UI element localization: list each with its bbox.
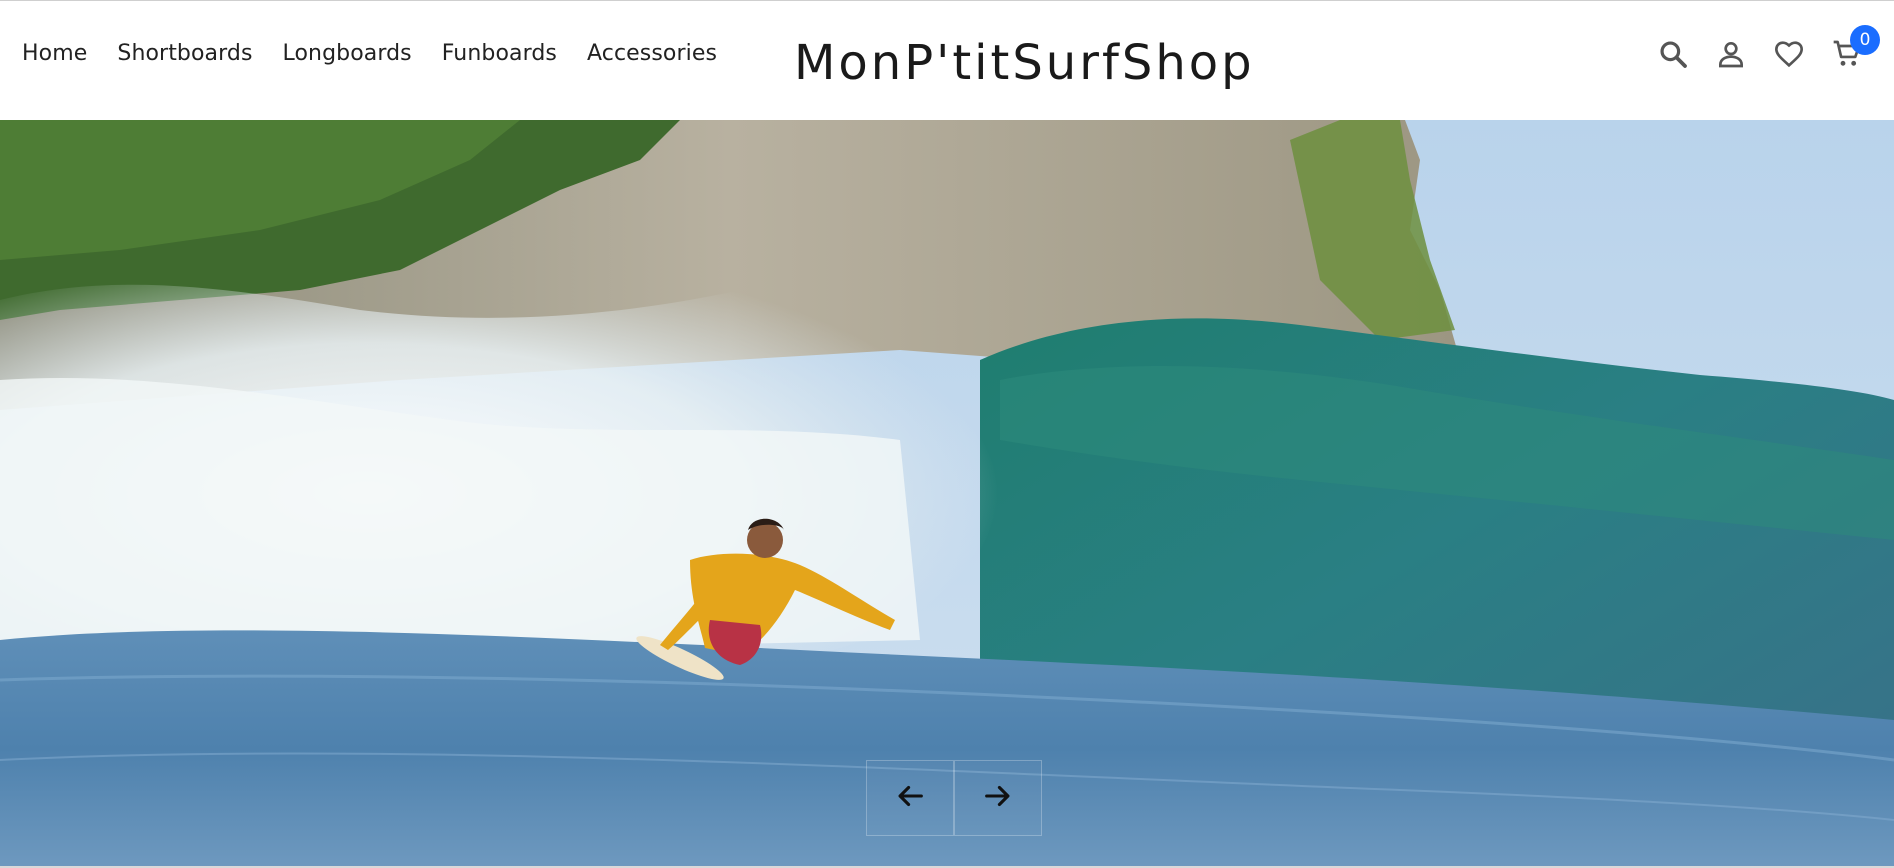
account-icon [1715, 38, 1747, 74]
carousel-controls [866, 760, 1042, 836]
nav-funboards[interactable]: Funboards [442, 41, 557, 66]
nav-accessories[interactable]: Accessories [587, 41, 717, 66]
nav-longboards[interactable]: Longboards [283, 41, 412, 66]
wishlist-icon [1773, 38, 1805, 74]
site-logo[interactable]: MonP'titSurfShop [794, 35, 1255, 91]
main-nav: Home Shortboards Longboards Funboards Ac… [22, 41, 717, 66]
header-icons: 0 [1656, 25, 1880, 73]
wishlist-button[interactable] [1772, 39, 1806, 73]
cart-count-badge: 0 [1850, 25, 1880, 55]
account-button[interactable] [1714, 39, 1748, 73]
nav-shortboards[interactable]: Shortboards [117, 41, 252, 66]
carousel-next-button[interactable] [954, 760, 1042, 836]
search-button[interactable] [1656, 39, 1690, 73]
hero-carousel [0, 120, 1894, 868]
site-header: Home Shortboards Longboards Funboards Ac… [0, 0, 1894, 120]
search-icon [1657, 38, 1689, 74]
nav-home[interactable]: Home [22, 41, 87, 66]
arrow-right-icon [981, 779, 1015, 817]
carousel-prev-button[interactable] [866, 760, 954, 836]
arrow-left-icon [893, 779, 927, 817]
cart-button[interactable]: 0 [1830, 25, 1880, 73]
hero-image [0, 120, 1894, 868]
